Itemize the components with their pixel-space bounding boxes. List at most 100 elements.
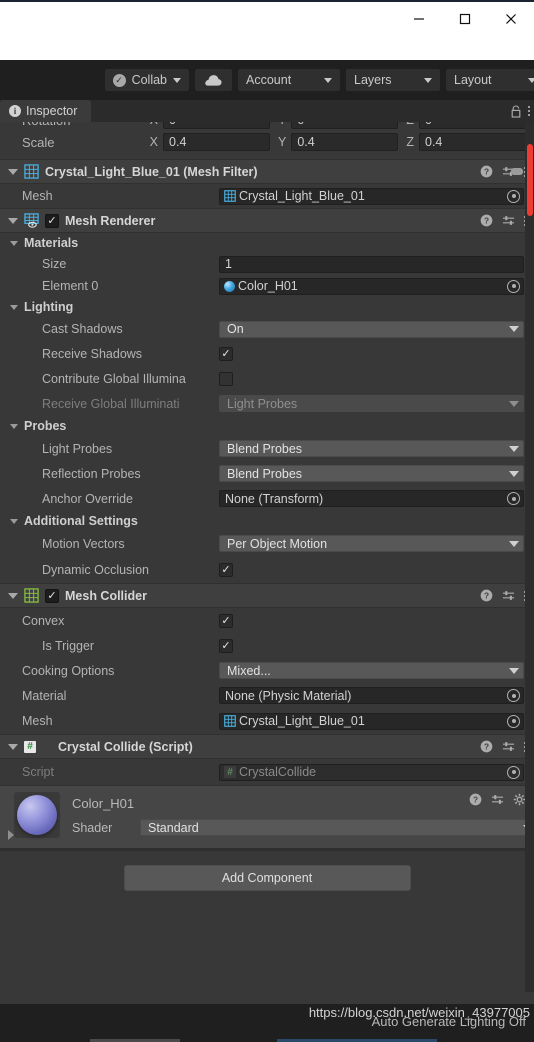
section-lighting[interactable]: Lighting: [0, 297, 534, 317]
scrollbar-thumb[interactable]: [527, 144, 533, 216]
object-picker-icon[interactable]: [507, 279, 520, 293]
collider-mesh-label: Mesh: [22, 714, 53, 728]
section-additional-settings[interactable]: Additional Settings: [0, 511, 534, 531]
shader-dropdown[interactable]: Standard: [140, 819, 534, 836]
status-bar-text: Auto Generate Lighting Off: [371, 1014, 526, 1029]
account-button[interactable]: Account: [238, 69, 340, 91]
scale-y-axis: Y: [278, 135, 287, 149]
hscrollbar-thumb[interactable]: [511, 168, 523, 175]
mesh-filter-mesh-field[interactable]: Crystal_Light_Blue_01: [219, 187, 524, 205]
foldout-arrow-icon[interactable]: [8, 830, 14, 840]
receive-shadows-checkbox[interactable]: ✓: [219, 346, 233, 361]
tab-inspector-label: Inspector: [26, 104, 78, 118]
svg-text:?: ?: [484, 591, 489, 601]
preset-icon[interactable]: [502, 589, 515, 602]
cooking-options-dropdown[interactable]: Mixed...: [219, 662, 524, 679]
help-icon[interactable]: ?: [480, 214, 493, 227]
materials-size-label: Size: [42, 257, 67, 271]
is-trigger-checkbox[interactable]: ✓: [219, 638, 233, 653]
mesh-collider-icon: [24, 588, 39, 603]
foldout-arrow-icon[interactable]: [8, 743, 18, 750]
inspector-tab-strip: i Inspector: [0, 100, 534, 122]
reflection-probes-value: Blend Probes: [227, 466, 303, 481]
unity-toolbar: ✓ Collab Account Layers Layout: [0, 60, 534, 100]
rotation-x-field[interactable]: 0: [163, 122, 271, 129]
foldout-arrow-icon[interactable]: [10, 240, 18, 246]
svg-text:?: ?: [484, 742, 489, 752]
rotation-z-axis: Z: [406, 122, 414, 127]
chevron-down-icon: [173, 77, 181, 83]
inspector-panel: Rotation X0 Y0 Z0 Scale X0.4 Y0.4 Z0.4 C…: [0, 122, 534, 992]
minimize-icon[interactable]: [396, 2, 442, 36]
contribute-gi-checkbox[interactable]: [219, 371, 233, 386]
cast-shadows-dropdown[interactable]: On: [219, 320, 524, 338]
mesh-renderer-icon: [24, 213, 39, 228]
help-icon[interactable]: ?: [469, 793, 482, 806]
light-probes-dropdown[interactable]: Blend Probes: [219, 440, 524, 457]
section-probes[interactable]: Probes: [0, 416, 534, 436]
script-icon: #: [24, 740, 36, 753]
transform-hscrollbar[interactable]: [0, 168, 525, 175]
reflection-probes-dropdown[interactable]: Blend Probes: [219, 465, 524, 482]
rotation-y-field[interactable]: 0: [291, 122, 399, 129]
section-probes-label: Probes: [24, 419, 67, 433]
foldout-arrow-icon[interactable]: [8, 217, 18, 224]
mesh-collider-enabled-checkbox[interactable]: ✓: [45, 588, 59, 603]
light-probes-row: Light Probes Blend Probes: [0, 436, 534, 461]
close-icon[interactable]: [488, 2, 534, 36]
add-component-area: Add Component: [0, 850, 534, 905]
collab-label: Collab: [131, 73, 167, 87]
help-icon[interactable]: ?: [480, 740, 493, 753]
svg-text:?: ?: [484, 216, 489, 226]
scale-x-field[interactable]: 0.4: [163, 133, 271, 151]
object-picker-icon[interactable]: [507, 714, 520, 728]
section-materials[interactable]: Materials: [0, 233, 534, 253]
rotation-z-field[interactable]: 0: [419, 122, 526, 129]
maximize-icon[interactable]: [442, 2, 488, 36]
motion-vectors-dropdown[interactable]: Per Object Motion: [219, 535, 524, 552]
cloud-services-button[interactable]: [195, 69, 232, 91]
add-component-button[interactable]: Add Component: [123, 865, 411, 891]
motion-vectors-label: Motion Vectors: [42, 536, 125, 551]
component-header-mesh-renderer[interactable]: ✓ Mesh Renderer ?: [0, 208, 534, 233]
tab-inspector[interactable]: i Inspector: [0, 100, 92, 122]
mesh-asset-icon: [224, 715, 236, 727]
chevron-down-icon: [528, 77, 534, 83]
motion-vectors-row: Motion Vectors Per Object Motion: [0, 531, 534, 556]
component-header-mesh-collider[interactable]: ✓ Mesh Collider ?: [0, 583, 534, 608]
lock-icon[interactable]: [510, 104, 522, 118]
layers-button[interactable]: Layers: [346, 69, 440, 91]
foldout-arrow-icon[interactable]: [10, 518, 18, 524]
tab-menu-icon[interactable]: [528, 106, 530, 116]
collider-material-field[interactable]: None (Physic Material): [219, 687, 524, 704]
object-picker-icon[interactable]: [507, 689, 520, 702]
anchor-override-field[interactable]: None (Transform): [219, 490, 524, 507]
scale-z-field[interactable]: 0.4: [419, 133, 526, 151]
convex-checkbox[interactable]: ✓: [219, 613, 233, 628]
help-icon[interactable]: ?: [480, 589, 493, 602]
scale-y-field[interactable]: 0.4: [291, 133, 399, 151]
component-header-crystal-collide[interactable]: # Crystal Collide (Script) ?: [0, 734, 534, 759]
object-picker-icon[interactable]: [507, 492, 520, 505]
materials-size-field[interactable]: 1: [219, 255, 524, 273]
object-picker-icon[interactable]: [507, 189, 520, 203]
material-name: Color_H01: [72, 796, 135, 811]
mesh-renderer-enabled-checkbox[interactable]: ✓: [45, 213, 59, 228]
object-picker-icon: [507, 765, 520, 779]
preset-icon[interactable]: [502, 740, 515, 753]
collab-button[interactable]: ✓ Collab: [104, 69, 189, 91]
foldout-arrow-icon[interactable]: [8, 592, 18, 599]
chevron-down-icon: [509, 400, 519, 407]
status-bar: https://blog.csdn.net/weixin_43977005 Au…: [0, 1004, 534, 1042]
layout-button[interactable]: Layout: [446, 69, 534, 91]
collider-mesh-field[interactable]: Crystal_Light_Blue_01: [219, 712, 524, 730]
inspector-scrollbar[interactable]: [525, 122, 534, 992]
preset-icon[interactable]: [502, 214, 515, 227]
foldout-arrow-icon[interactable]: [10, 423, 18, 429]
foldout-arrow-icon[interactable]: [10, 304, 18, 310]
preset-icon[interactable]: [491, 793, 504, 806]
dynamic-occlusion-checkbox[interactable]: ✓: [219, 562, 233, 577]
materials-element0-field[interactable]: Color_H01: [219, 277, 524, 295]
cooking-options-row: Cooking Options Mixed...: [0, 658, 534, 683]
check-circle-icon: ✓: [112, 73, 126, 87]
